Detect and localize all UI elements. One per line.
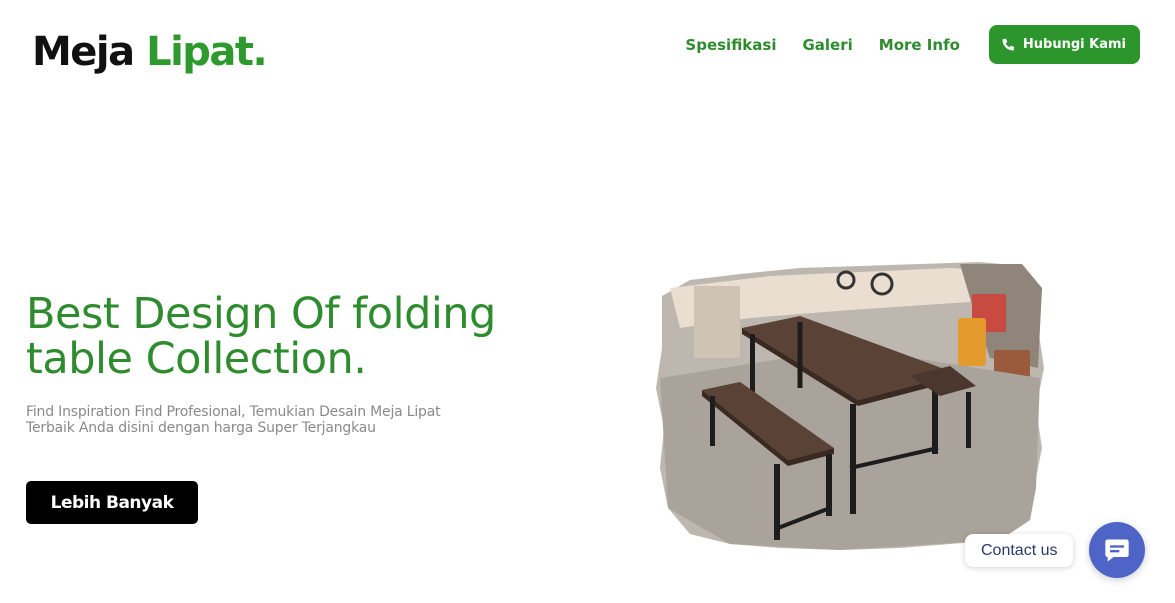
main-nav: Spesifikasi Galeri More Info Hubungi Kam… <box>685 25 1140 64</box>
nav-link-spesifikasi[interactable]: Spesifikasi <box>685 36 776 54</box>
hero-title-line-2: table Collection. <box>26 334 367 384</box>
hero-subtitle-line-1: Find Inspiration Find Profesional, Temuk… <box>26 404 441 420</box>
photo-bench-leg <box>966 392 971 448</box>
contact-us-label[interactable]: Contact us <box>965 534 1074 567</box>
hero-title-line-1: Best Design Of folding <box>26 289 496 339</box>
photo-table-leg <box>850 404 856 514</box>
hero-subtitle: Find Inspiration Find Profesional, Temuk… <box>26 404 526 436</box>
photo-bench-leg <box>710 396 715 446</box>
nav-link-galeri[interactable]: Galeri <box>802 36 852 54</box>
hero-subtitle-line-2: Terbaik Anda disini dengan harga Super T… <box>26 420 376 436</box>
chat-bubble-icon <box>1105 539 1129 562</box>
contact-cta-button[interactable]: Hubungi Kami <box>988 25 1140 64</box>
logo-primary-text: Meja <box>32 29 135 75</box>
photo-pillar <box>694 286 740 358</box>
nav-link-more-info[interactable]: More Info <box>879 36 960 54</box>
hero-title: Best Design Of folding table Collection. <box>26 292 586 382</box>
phone-icon <box>1002 38 1015 51</box>
photo-table-leg <box>750 334 755 394</box>
folding-table-photo <box>656 262 1044 550</box>
lebih-banyak-button[interactable]: Lebih Banyak <box>26 481 198 524</box>
chat-widget-button[interactable] <box>1089 522 1145 578</box>
photo-orange-jerrycan <box>958 318 986 366</box>
logo-accent-text: Lipat. <box>146 29 268 75</box>
contact-cta-label: Hubungi Kami <box>1022 37 1126 52</box>
logo[interactable]: Meja Lipat. <box>32 26 268 78</box>
